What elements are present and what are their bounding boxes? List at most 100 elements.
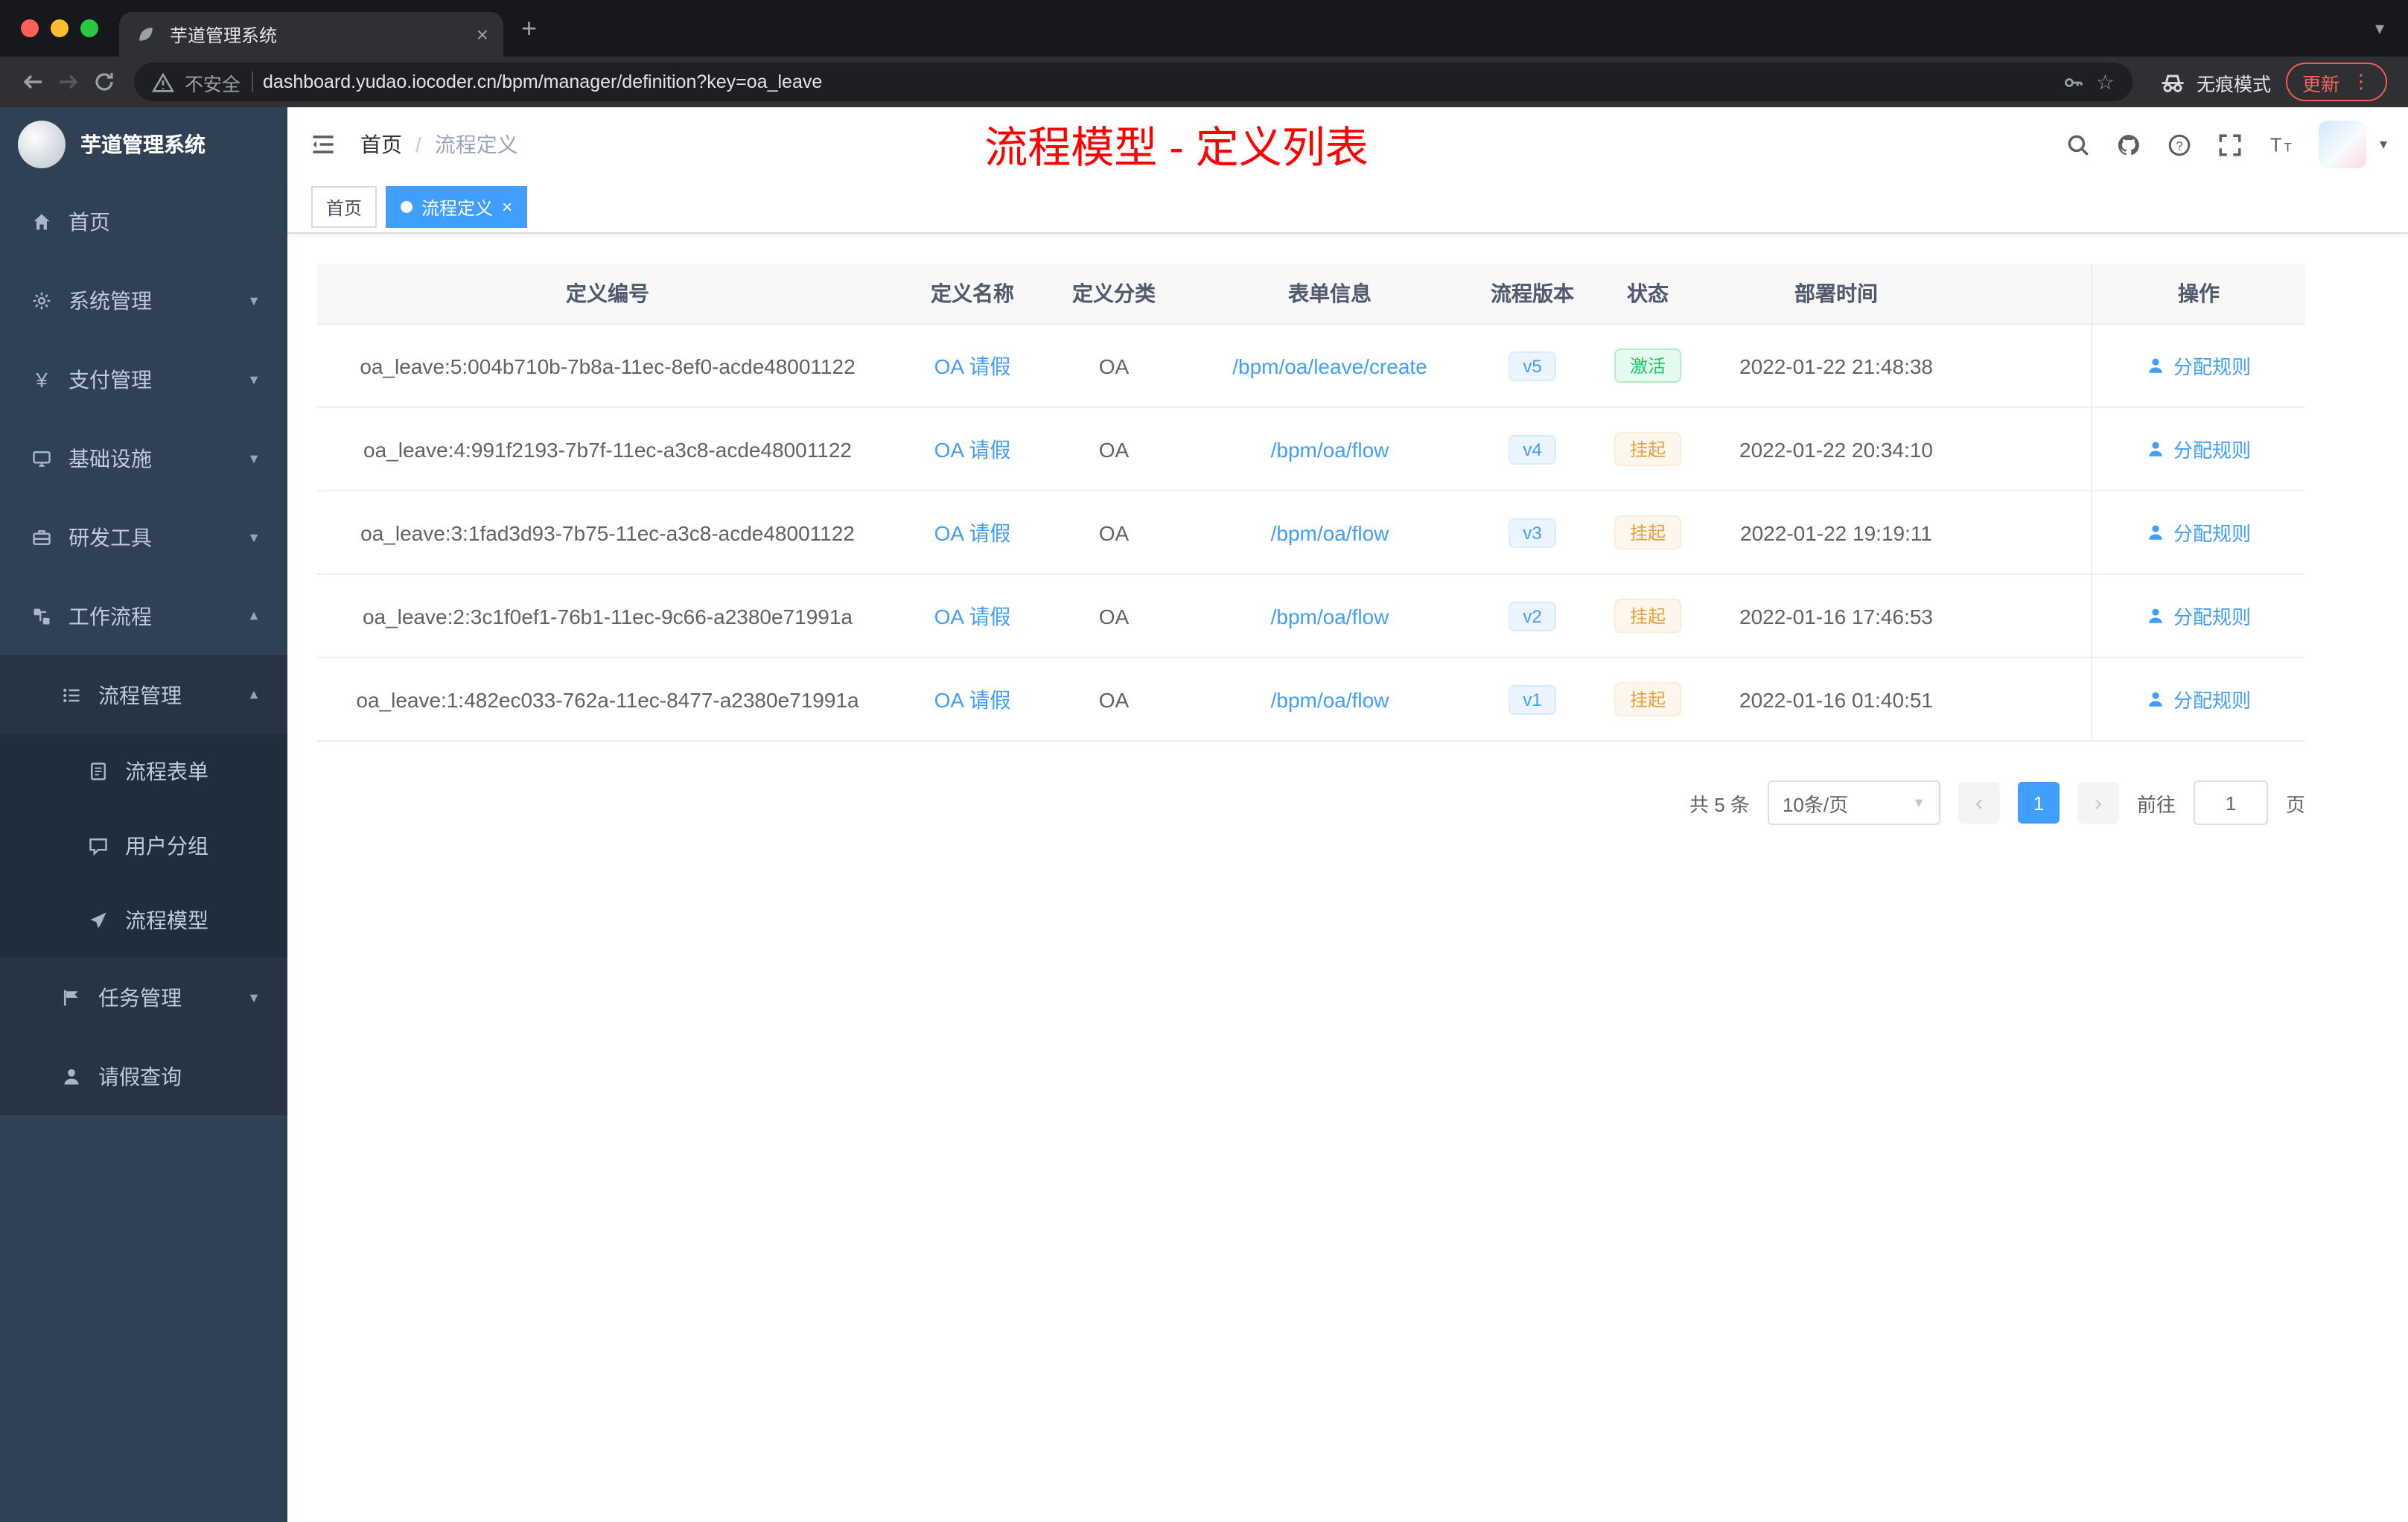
- form-info-link[interactable]: /bpm/oa/flow: [1181, 520, 1479, 544]
- chevron-down-icon: ▼: [247, 293, 261, 308]
- prev-page-button[interactable]: ‹: [1958, 782, 2000, 824]
- reload-icon[interactable]: [86, 64, 122, 100]
- assign-rule-link[interactable]: 分配规则: [2091, 575, 2305, 657]
- definition-name-link[interactable]: OA 请假: [898, 518, 1047, 547]
- sidebar-item-1[interactable]: 系统管理 ▼: [0, 261, 287, 340]
- assign-rule-link[interactable]: 分配规则: [2091, 325, 2305, 407]
- sidebar-item-0[interactable]: 首页: [0, 182, 287, 261]
- definition-name-link[interactable]: OA 请假: [898, 351, 1047, 380]
- chrome-update-button[interactable]: 更新 ⋮: [2285, 63, 2387, 101]
- gear-icon: [30, 290, 54, 311]
- svg-text:T: T: [2284, 140, 2291, 154]
- fullscreen-icon[interactable]: [2217, 132, 2243, 157]
- definition-id: oa_leave:5:004b710b-7b8a-11ec-8ef0-acde4…: [360, 354, 856, 378]
- sidebar-item-11[interactable]: 请假查询: [0, 1037, 287, 1115]
- search-icon[interactable]: [2065, 132, 2091, 157]
- sidebar-item-7[interactable]: 流程表单: [0, 734, 287, 809]
- form-icon: [86, 761, 110, 782]
- form-info-link[interactable]: /bpm/oa/flow: [1181, 437, 1479, 461]
- sidebar-item-10[interactable]: 任务管理 ▼: [0, 958, 287, 1037]
- current-page-button[interactable]: 1: [2017, 782, 2060, 824]
- form-info-link[interactable]: /bpm/oa/flow: [1181, 687, 1479, 711]
- sidebar-item-label: 流程管理: [98, 683, 182, 707]
- font-size-icon[interactable]: TT: [2268, 132, 2293, 157]
- definition-name-link[interactable]: OA 请假: [898, 684, 1047, 714]
- workflow-icon: [30, 605, 54, 626]
- sidebar-item-5[interactable]: 工作流程 ▼: [0, 576, 287, 655]
- sidebar-logo[interactable]: 芋道管理系统: [0, 107, 287, 182]
- version-tag: v1: [1479, 684, 1586, 714]
- person-icon: [2147, 523, 2166, 542]
- definition-table: 定义编号 定义名称 定义分类 表单信息 流程版本 状态 部署时间 操作 oa_leave:5:…: [317, 264, 2305, 742]
- url-divider: [251, 71, 253, 92]
- user-avatar[interactable]: [2318, 121, 2366, 168]
- table-row: oa_leave:5:004b710b-7b8a-11ec-8ef0-acde4…: [317, 325, 2305, 408]
- tags-view-bar: 首页 流程定义 ×: [287, 182, 2408, 234]
- breadcrumb-home[interactable]: 首页: [360, 130, 402, 159]
- chat-icon: [86, 835, 110, 856]
- hamburger-icon[interactable]: [310, 131, 337, 158]
- form-info-link[interactable]: /bpm/oa/leave/create: [1181, 354, 1479, 378]
- column-header: 定义分类: [1072, 281, 1156, 305]
- new-tab-button[interactable]: +: [521, 13, 537, 44]
- github-icon[interactable]: [2116, 132, 2141, 157]
- not-secure-warning-icon[interactable]: [152, 71, 174, 93]
- column-header: 操作: [2091, 264, 2305, 323]
- flag-icon: [60, 987, 83, 1007]
- sidebar-item-label: 系统管理: [69, 288, 152, 312]
- assign-rule-link[interactable]: 分配规则: [2091, 408, 2305, 490]
- next-page-button[interactable]: ›: [2077, 782, 2119, 824]
- person-icon: [2147, 356, 2166, 375]
- page-size-select[interactable]: 10条/页 ▼: [1767, 780, 1940, 825]
- sidebar-item-2[interactable]: ¥ 支付管理 ▼: [0, 340, 287, 418]
- tab-close-icon[interactable]: ×: [477, 22, 488, 46]
- goto-label: 前往: [2136, 793, 2176, 815]
- address-bar[interactable]: 不安全 dashboard.yudao.iocoder.cn/bpm/manag…: [134, 63, 2133, 101]
- chevron-down-icon: ▼: [247, 990, 261, 1004]
- browser-menu-icon[interactable]: ⋮: [2351, 70, 2371, 94]
- tag-close-icon[interactable]: ×: [502, 197, 512, 217]
- maximize-window-button[interactable]: [80, 19, 98, 37]
- sidebar-item-label: 支付管理: [69, 367, 152, 391]
- tab-favicon-icon: [134, 24, 158, 45]
- column-header: 定义名称: [931, 281, 1014, 305]
- tag-1[interactable]: 流程定义 ×: [386, 186, 528, 228]
- close-window-button[interactable]: [21, 19, 39, 37]
- back-icon[interactable]: [15, 64, 51, 100]
- sidebar-item-label: 研发工具: [69, 525, 152, 549]
- sidebar-item-6[interactable]: 流程管理 ▼: [0, 655, 287, 734]
- column-header: 部署时间: [1794, 281, 1878, 305]
- bookmark-star-icon[interactable]: ☆: [2096, 69, 2115, 95]
- assign-rule-link[interactable]: 分配规则: [2091, 491, 2305, 573]
- minimize-window-button[interactable]: [51, 19, 69, 37]
- assign-rule-link[interactable]: 分配规则: [2091, 658, 2305, 740]
- browser-window: 芋道管理系统 × + ▾ 不安全 dashboard.yudao.iocoder…: [0, 0, 2408, 1522]
- pagination-total: 共 5 条: [1689, 793, 1750, 815]
- chevron-down-icon: ▼: [1912, 795, 1926, 810]
- sidebar-item-4[interactable]: 研发工具 ▼: [0, 497, 287, 576]
- tab-title: 芋道管理系统: [170, 25, 278, 45]
- url-text: dashboard.yudao.iocoder.cn/bpm/manager/d…: [263, 71, 823, 92]
- person-icon: [2147, 439, 2166, 459]
- password-key-icon[interactable]: [2063, 71, 2086, 93]
- tab-search-chevron-icon[interactable]: ▾: [2375, 18, 2384, 39]
- status-badge: 挂起: [1586, 432, 1710, 466]
- yen-icon: ¥: [36, 367, 48, 391]
- definition-name-link[interactable]: OA 请假: [898, 434, 1047, 464]
- goto-page-input[interactable]: [2193, 780, 2268, 825]
- sidebar-item-8[interactable]: 用户分组: [0, 809, 287, 883]
- table-row: oa_leave:3:1fad3d93-7b75-11ec-a3c8-acde4…: [317, 491, 2305, 575]
- definition-name-link[interactable]: OA 请假: [898, 601, 1047, 631]
- help-icon[interactable]: ?: [2167, 132, 2192, 157]
- browser-tab[interactable]: 芋道管理系统 ×: [119, 12, 503, 57]
- tag-0[interactable]: 首页: [311, 186, 378, 228]
- avatar-caret-icon[interactable]: ▾: [2380, 136, 2387, 153]
- sidebar-item-3[interactable]: 基础设施 ▼: [0, 418, 287, 497]
- person-icon: [2147, 690, 2166, 709]
- sidebar-item-9[interactable]: 流程模型: [0, 883, 287, 958]
- forward-icon[interactable]: [51, 64, 86, 100]
- form-info-link[interactable]: /bpm/oa/flow: [1181, 604, 1479, 628]
- breadcrumb-separator: /: [415, 133, 421, 156]
- svg-text:?: ?: [2176, 138, 2182, 152]
- sidebar-item-label: 流程模型: [125, 908, 208, 932]
